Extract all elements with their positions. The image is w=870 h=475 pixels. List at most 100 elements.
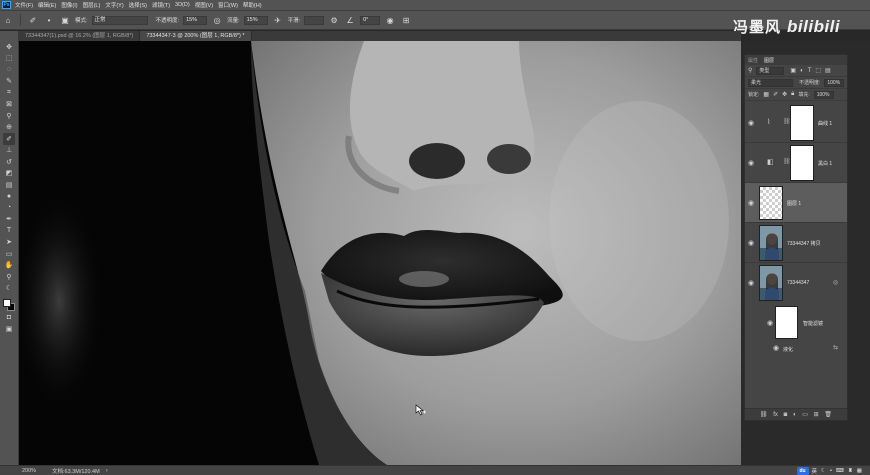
smart-filter-icon[interactable]: ▤	[825, 67, 831, 74]
smoothing-settings-icon[interactable]: ⚙	[329, 15, 339, 25]
rectangle-icon[interactable]: ▭	[3, 248, 15, 260]
quick-mask-icon[interactable]: ◘	[3, 312, 15, 324]
mode-select[interactable]: 正常	[91, 15, 148, 25]
menu-3d[interactable]: 3D(D)	[175, 2, 190, 8]
blend-mode-select[interactable]: 柔光	[748, 78, 793, 87]
screen-mode-icon[interactable]: ▣	[3, 324, 15, 336]
menu-select[interactable]: 选择(S)	[129, 1, 147, 9]
lock-transparent-icon[interactable]: ▦	[763, 91, 769, 98]
menu-view[interactable]: 视图(V)	[195, 1, 213, 9]
angle-field[interactable]: 0°	[360, 15, 381, 25]
eye-icon[interactable]: ◉	[748, 239, 754, 247]
type-filter-icon[interactable]: T	[808, 68, 812, 74]
add-mask-icon[interactable]: ◙	[784, 412, 788, 418]
layer-opacity-field[interactable]: 100%	[824, 78, 844, 87]
shape-filter-icon[interactable]: ⬚	[815, 67, 821, 74]
eye-icon[interactable]: ◉	[748, 119, 754, 127]
smoothing-field[interactable]	[304, 15, 325, 25]
layer-row-photo-copy[interactable]: ◉ 73344347 拷贝	[745, 223, 847, 263]
grid-icon[interactable]: ▦	[857, 468, 862, 474]
home-icon[interactable]: ⌂	[3, 15, 13, 25]
eye-icon[interactable]: ◉	[748, 159, 754, 167]
healing-brush-icon[interactable]: ⊕	[3, 122, 15, 134]
menu-type[interactable]: 文字(Y)	[105, 1, 123, 9]
ime-logo-icon[interactable]: du	[796, 467, 809, 475]
adjustment-layer-icon[interactable]: ◐	[793, 412, 797, 418]
marquee-icon[interactable]: ⬚	[3, 53, 15, 65]
eyedropper-icon[interactable]: ⚲	[3, 110, 15, 122]
banana-icon[interactable]: ☾	[3, 283, 15, 295]
dodge-icon[interactable]: ◔	[3, 202, 15, 214]
layer-row-layer-1[interactable]: ◉ 图层 1	[745, 183, 847, 223]
layer-thumbnail[interactable]	[759, 225, 783, 261]
eye-icon[interactable]: ◉	[767, 319, 773, 327]
brush-panel-icon[interactable]: ▣	[60, 15, 70, 25]
trash-icon[interactable]: 🗑︎	[824, 411, 832, 418]
layer-mask-thumbnail[interactable]	[790, 145, 814, 181]
airbrush-icon[interactable]: ✈	[273, 15, 283, 25]
link-layers-icon[interactable]: ⛓	[760, 411, 768, 418]
tab-layers[interactable]: 图层	[764, 57, 774, 64]
chevron-right-icon[interactable]: ›	[106, 468, 108, 474]
eraser-icon[interactable]: ◩	[3, 168, 15, 180]
kind-filter-select[interactable]: 类型	[756, 66, 785, 75]
hand-icon[interactable]: ✋	[3, 260, 15, 272]
pixel-filter-icon[interactable]: ▣	[790, 67, 796, 74]
brush-icon[interactable]: ✐	[3, 133, 15, 145]
layer-thumbnail[interactable]	[759, 265, 783, 301]
tab-properties[interactable]: 属性	[748, 57, 758, 64]
quick-select-icon[interactable]: ✎	[3, 76, 15, 88]
zoom-icon[interactable]: ⚲	[3, 271, 15, 283]
filter-options-icon[interactable]: ⇆	[833, 344, 838, 351]
brush-size-icon[interactable]: •	[44, 15, 54, 25]
layer-row-smart-object[interactable]: ◉ 73344347 ◎	[745, 263, 847, 303]
eye-icon[interactable]: ◉	[748, 199, 754, 207]
opacity-field[interactable]: 15%	[183, 15, 208, 25]
crop-icon[interactable]: ⌗	[3, 87, 15, 99]
brush-preset-icon[interactable]: ✐	[28, 15, 38, 25]
pressure-opacity-icon[interactable]: ◎	[212, 15, 222, 25]
type-icon[interactable]: T	[3, 225, 15, 237]
fx-icon[interactable]: fx	[773, 412, 778, 418]
eye-icon[interactable]: ◉	[748, 279, 754, 287]
adjustment-filter-icon[interactable]: ◐	[800, 68, 804, 74]
gradient-icon[interactable]: ▤	[3, 179, 15, 191]
new-layer-icon[interactable]: ⊞	[814, 411, 819, 418]
path-select-icon[interactable]: ➤	[3, 237, 15, 249]
blur-icon[interactable]: ●	[3, 191, 15, 203]
menu-window[interactable]: 窗口(W)	[218, 1, 238, 9]
layer-row-curves[interactable]: ◉ ⌇ ⛓ 曲线 1	[745, 103, 847, 143]
ime-language[interactable]: 英	[812, 467, 818, 475]
layer-thumbnail[interactable]	[759, 186, 783, 220]
smart-filters-row[interactable]: ◉ 智能滤镜	[745, 303, 847, 343]
history-brush-icon[interactable]: ↺	[3, 156, 15, 168]
zoom-level[interactable]: 200%	[22, 468, 52, 474]
pressure-size-icon[interactable]: ◉	[385, 15, 395, 25]
dot-icon[interactable]: •	[830, 468, 832, 474]
flow-field[interactable]: 15%	[243, 15, 268, 25]
tab-document-1[interactable]: 73344347(1).psd @ 16.2% (图层 1, RGB/8*)	[19, 31, 141, 41]
pen-icon[interactable]: ✒	[3, 214, 15, 226]
foreground-color-swatch[interactable]	[3, 299, 11, 307]
menu-help[interactable]: 帮助(H)	[243, 1, 262, 9]
canvas[interactable]	[19, 41, 741, 465]
stamp-icon[interactable]: ⊥	[3, 145, 15, 157]
frame-icon[interactable]: ⊠	[3, 99, 15, 111]
fill-field[interactable]: 100%	[813, 90, 834, 99]
eye-icon[interactable]: ◉	[773, 344, 779, 352]
lock-pixels-icon[interactable]: ✐	[773, 91, 778, 98]
lock-all-icon[interactable]: 🔒︎	[791, 91, 794, 98]
menu-layer[interactable]: 图层(L)	[83, 1, 101, 9]
filter-row-liquify[interactable]: ◉ 液化 ⇆	[745, 343, 847, 357]
filter-mask-thumbnail[interactable]	[775, 306, 798, 339]
layer-mask-thumbnail[interactable]	[790, 105, 814, 141]
menu-image[interactable]: 图像(I)	[61, 1, 77, 9]
move-icon[interactable]: ✥	[3, 41, 15, 53]
group-icon[interactable]: ▭	[802, 411, 808, 418]
keyboard-icon[interactable]: ⌨	[836, 468, 844, 474]
symmetry-icon[interactable]: ⊞	[401, 15, 411, 25]
lasso-icon[interactable]: ◌	[3, 64, 15, 76]
lock-position-icon[interactable]: ✥	[782, 91, 787, 98]
color-swatches[interactable]	[2, 298, 16, 312]
menu-file[interactable]: 文件(F)	[15, 1, 33, 9]
